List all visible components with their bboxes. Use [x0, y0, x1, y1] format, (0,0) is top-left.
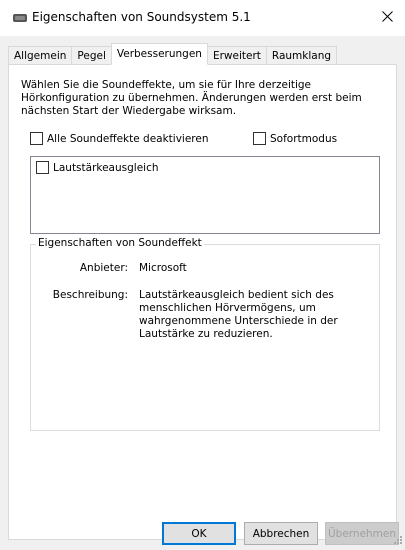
loudness-equalization-checkbox[interactable]: [36, 161, 49, 174]
tab-erweitert[interactable]: Erweitert: [206, 46, 267, 65]
effect-properties-legend: Eigenschaften von Soundeffekt: [36, 237, 204, 249]
provider-label: Anbieter:: [79, 262, 128, 274]
apply-button[interactable]: Übernehmen: [325, 522, 399, 545]
disable-all-label: Alle Soundeffekte deaktivieren: [47, 132, 209, 145]
tab-pegel[interactable]: Pegel: [71, 46, 112, 65]
immediate-mode-label: Sofortmodus: [270, 132, 338, 145]
tab-raumklang[interactable]: Raumklang: [265, 46, 338, 65]
window-title: Eigenschaften von Soundsystem 5.1: [32, 10, 251, 24]
cancel-button[interactable]: Abbrechen: [244, 522, 318, 545]
description-label: Beschreibung:: [52, 289, 128, 301]
close-button[interactable]: [373, 4, 401, 32]
enhancements-description: Wählen Sie die Soundeffekte, um sie für …: [21, 79, 362, 117]
immediate-mode-checkbox[interactable]: Sofortmodus: [253, 132, 337, 145]
resize-grip-icon[interactable]: [393, 535, 403, 548]
loudness-equalization-label: Lautstärkeausgleich: [53, 161, 159, 174]
title-bar: Eigenschaften von Soundsystem 5.1: [0, 0, 405, 36]
speaker-icon: [12, 12, 28, 27]
tab-verbesserungen[interactable]: Verbesserungen: [110, 43, 208, 65]
provider-value: Microsoft: [139, 262, 187, 274]
immediate-checkbox-box[interactable]: [253, 132, 266, 145]
tab-allgemein[interactable]: Allgemein: [8, 46, 73, 65]
tab-strip: Allgemein Pegel Verbesserungen Erweitert…: [8, 43, 338, 65]
description-value: Lautstärkeausgleich bedient sich des men…: [139, 289, 338, 340]
effects-list[interactable]: Lautstärkeausgleich: [30, 156, 380, 234]
ok-button[interactable]: OK: [162, 522, 236, 545]
close-icon: [381, 11, 393, 25]
list-item[interactable]: Lautstärkeausgleich: [36, 161, 159, 174]
disable-all-checkbox-box[interactable]: [30, 132, 43, 145]
disable-all-effects-checkbox[interactable]: Alle Soundeffekte deaktivieren: [30, 132, 209, 145]
